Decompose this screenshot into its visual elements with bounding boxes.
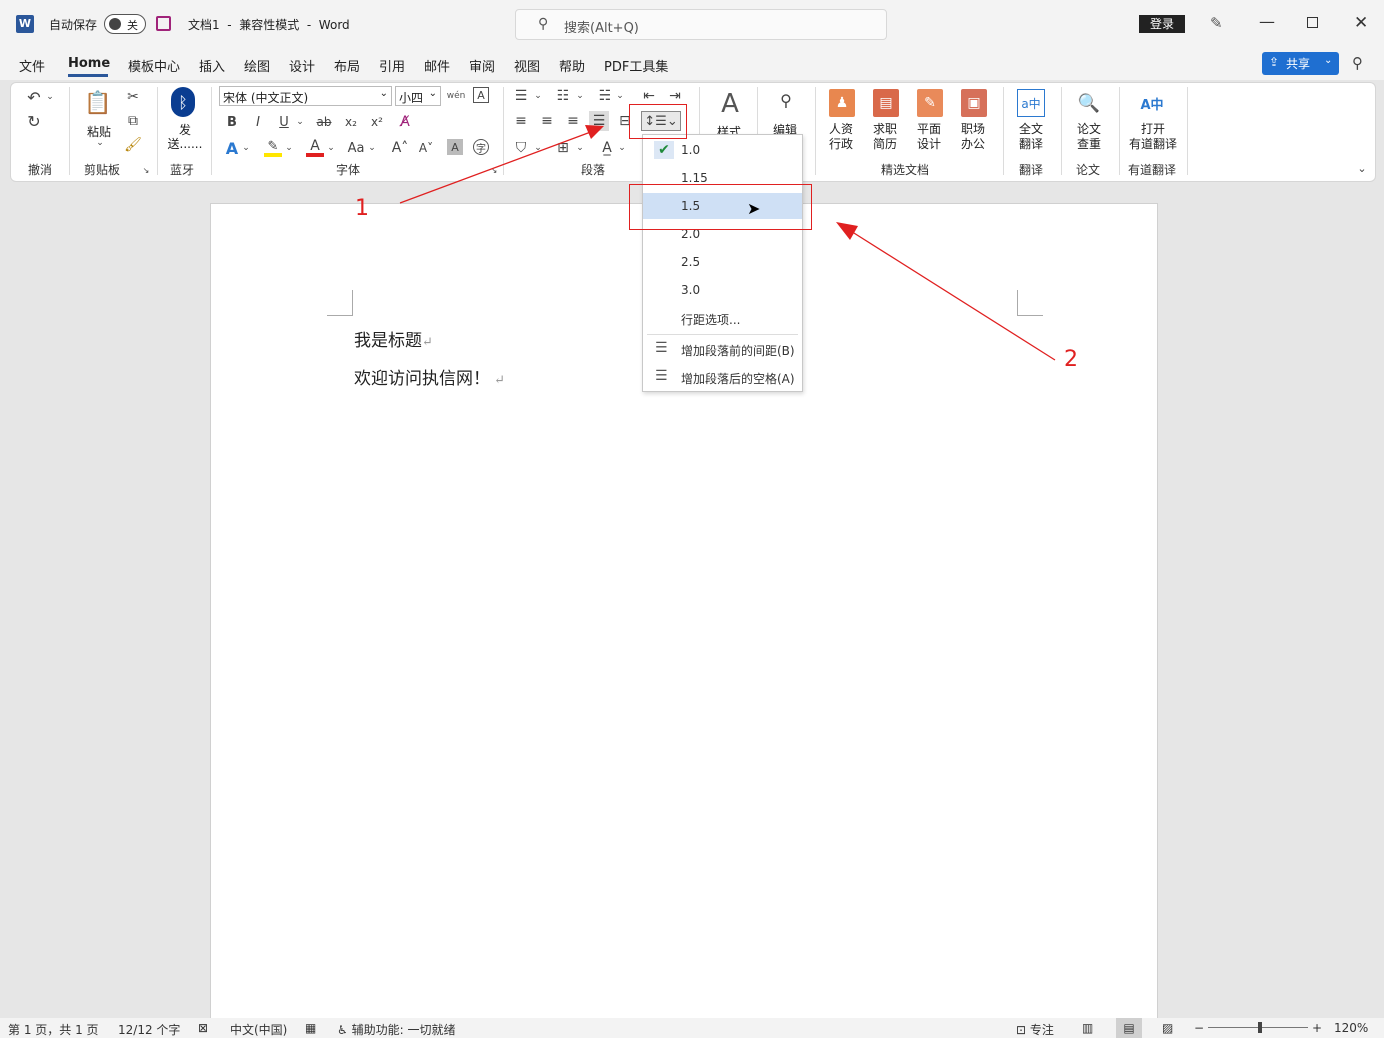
arrow-head-2 bbox=[836, 222, 858, 240]
annotation-arrows bbox=[399, 125, 1056, 361]
word-count[interactable]: 12/12 个字 bbox=[118, 1021, 180, 1038]
accessibility-icon: ♿ bbox=[337, 1023, 348, 1037]
status-bar: 第 1 页，共 1 页 12/12 个字 ⊠ 中文(中国) ▦ ♿ 辅助功能: … bbox=[0, 1018, 1384, 1038]
zoom-slider-thumb[interactable] bbox=[1258, 1022, 1262, 1033]
language[interactable]: 中文(中国) bbox=[230, 1021, 287, 1038]
annotation-label-2: 2 bbox=[1064, 347, 1078, 372]
focus-icon: ⊡ bbox=[1016, 1023, 1027, 1037]
macro-icon[interactable]: ▦ bbox=[305, 1021, 316, 1035]
zoom-out-button[interactable]: − bbox=[1194, 1021, 1204, 1035]
annotation-label-1: 1 bbox=[355, 196, 369, 221]
zoom-in-button[interactable]: + bbox=[1312, 1021, 1322, 1035]
read-mode-icon[interactable]: ▥ bbox=[1082, 1021, 1093, 1035]
accessibility-text: 辅助功能: 一切就绪 bbox=[351, 1023, 456, 1037]
print-layout-icon[interactable]: ▤ bbox=[1116, 1018, 1142, 1038]
proofing-icon[interactable]: ⊠ bbox=[198, 1021, 208, 1035]
arrow-head-1 bbox=[585, 125, 604, 139]
web-layout-icon[interactable]: ▨ bbox=[1162, 1021, 1173, 1035]
arrow-line-2 bbox=[845, 227, 1056, 361]
focus-label: 专注 bbox=[1029, 1023, 1054, 1037]
accessibility-status[interactable]: ♿ 辅助功能: 一切就绪 bbox=[337, 1021, 455, 1038]
zoom-level[interactable]: 120% bbox=[1334, 1021, 1368, 1035]
arrow-line-1 bbox=[399, 129, 597, 204]
zoom-slider[interactable] bbox=[1208, 1022, 1308, 1033]
focus-mode[interactable]: ⊡ 专注 bbox=[1016, 1021, 1054, 1038]
page-count[interactable]: 第 1 页，共 1 页 bbox=[8, 1021, 99, 1038]
